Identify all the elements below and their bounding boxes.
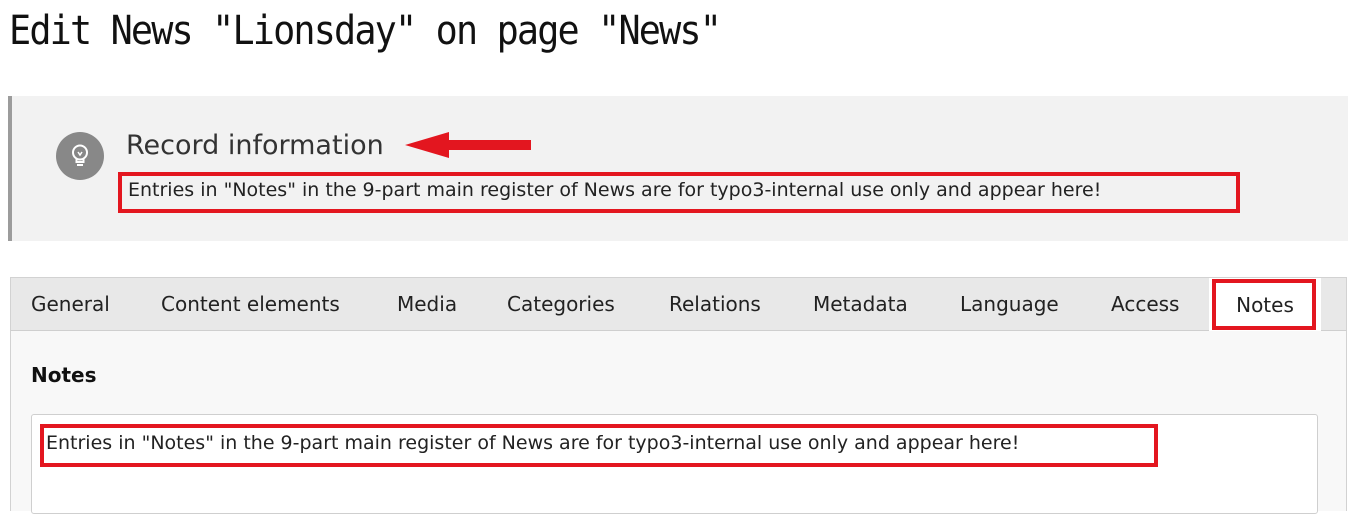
- tab-access[interactable]: Access: [1111, 278, 1179, 330]
- tab-general[interactable]: General: [31, 278, 110, 330]
- tab-content-elements[interactable]: Content elements: [161, 278, 340, 330]
- notes-field-label: Notes: [31, 363, 97, 387]
- notes-tab-panel: Notes Entries in "Notes" in the 9-part m…: [10, 331, 1347, 514]
- record-information-message: Entries in "Notes" in the 9-part main re…: [118, 172, 1240, 213]
- lightbulb-icon: [56, 132, 104, 180]
- record-information-panel: Record information Entries in "Notes" in…: [8, 96, 1348, 241]
- red-arrow-annotation: [405, 132, 531, 158]
- tab-metadata[interactable]: Metadata: [813, 278, 908, 330]
- tab-categories[interactable]: Categories: [507, 278, 615, 330]
- tab-relations[interactable]: Relations: [669, 278, 761, 330]
- tab-notes[interactable]: Notes: [1209, 278, 1321, 331]
- tab-media[interactable]: Media: [397, 278, 457, 330]
- tab-bar: General Content elements Media Categorie…: [10, 277, 1347, 331]
- notes-textarea-value: Entries in "Notes" in the 9-part main re…: [40, 424, 1158, 467]
- page-title: Edit News "Lionsday" on page "News": [9, 8, 722, 54]
- notes-textarea[interactable]: Entries in "Notes" in the 9-part main re…: [31, 414, 1318, 514]
- record-information-title: Record information: [126, 130, 384, 161]
- tab-language[interactable]: Language: [960, 278, 1059, 330]
